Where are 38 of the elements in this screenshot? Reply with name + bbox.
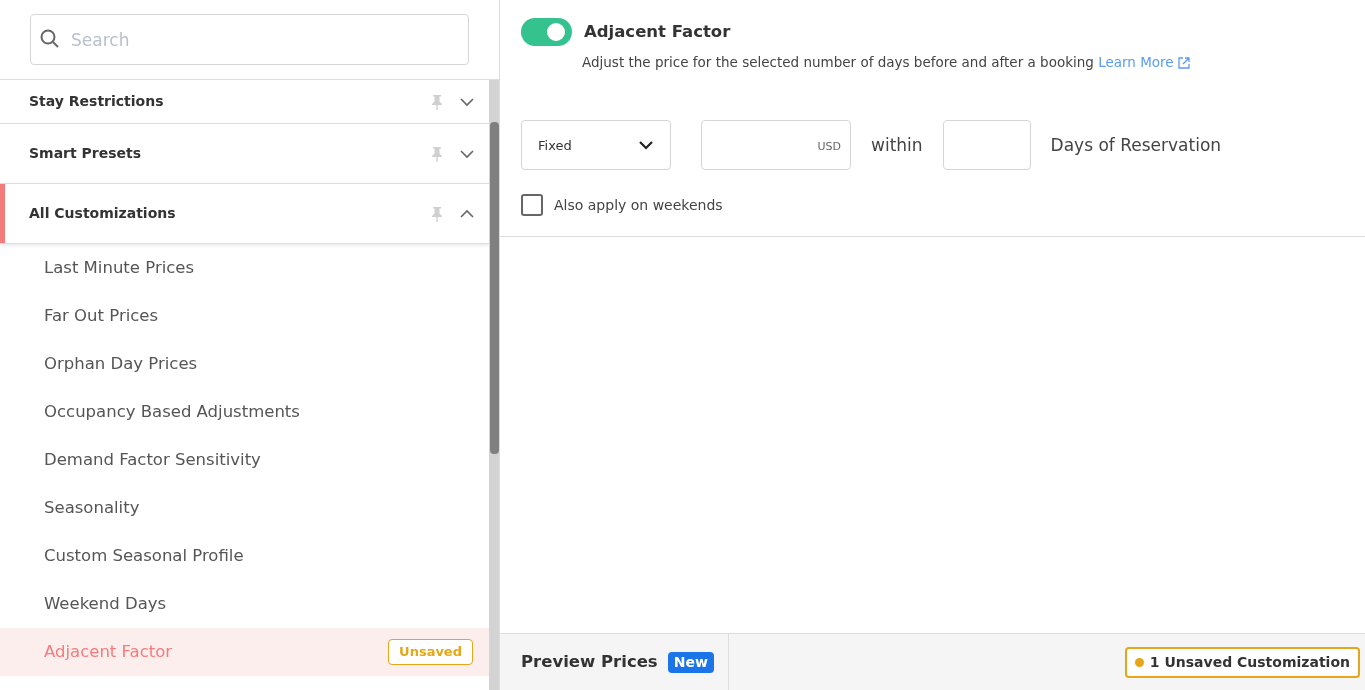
days-field[interactable]: [942, 120, 1031, 171]
amount-field[interactable]: USD: [701, 120, 851, 171]
chevron-down-icon[interactable]: [459, 148, 475, 159]
status-dot-icon: [1134, 657, 1144, 667]
days-label: Days of Reservation: [1050, 133, 1222, 157]
new-badge: New: [667, 651, 714, 673]
pin-icon[interactable]: [431, 145, 443, 162]
scrollbar-thumb[interactable]: [490, 122, 499, 454]
weekends-label: Also apply on weekends: [554, 195, 723, 215]
chevron-down-icon[interactable]: [459, 96, 475, 107]
toggle-switch[interactable]: [521, 18, 572, 46]
weekends-checkbox[interactable]: [521, 194, 543, 217]
section-title: Adjacent Factor: [584, 20, 731, 43]
chevron-down-icon: [638, 140, 654, 151]
external-link-icon: [1177, 57, 1190, 69]
mode-dropdown[interactable]: Fixed: [521, 120, 671, 171]
scrollbar[interactable]: [489, 80, 499, 690]
pin-icon[interactable]: [431, 205, 443, 222]
list-item[interactable]: Last Minute Prices: [0, 244, 489, 292]
description-text: Adjust the price for the selected number of days before and after a booking Learn More: [582, 52, 1345, 73]
list-item[interactable]: Custom Seasonal Profile: [0, 532, 489, 580]
preview-prices-label[interactable]: Preview Prices: [521, 649, 658, 675]
list-item[interactable]: Demand Factor Sensitivity: [0, 436, 489, 484]
unsaved-badge: Unsaved: [388, 639, 473, 665]
within-label: within: [871, 133, 923, 157]
search-field[interactable]: Search: [30, 14, 469, 65]
list-item[interactable]: Far Out Prices: [0, 292, 489, 340]
section-header[interactable]: All Customizations: [0, 184, 489, 244]
list-item[interactable]: Seasonality: [0, 484, 489, 532]
list-item[interactable]: Orphan Day Prices: [0, 340, 489, 388]
section-header[interactable]: Stay Restrictions: [0, 80, 489, 124]
list-item[interactable]: Occupancy Based Adjustments: [0, 388, 489, 436]
list-item[interactable]: Weekend Days: [0, 580, 489, 628]
chevron-up-icon[interactable]: [459, 208, 475, 219]
search-icon: [40, 29, 60, 49]
unsaved-indicator[interactable]: 1 Unsaved Customization: [1124, 646, 1360, 678]
pin-icon[interactable]: [431, 93, 443, 110]
section-header[interactable]: Smart Presets: [0, 124, 489, 184]
